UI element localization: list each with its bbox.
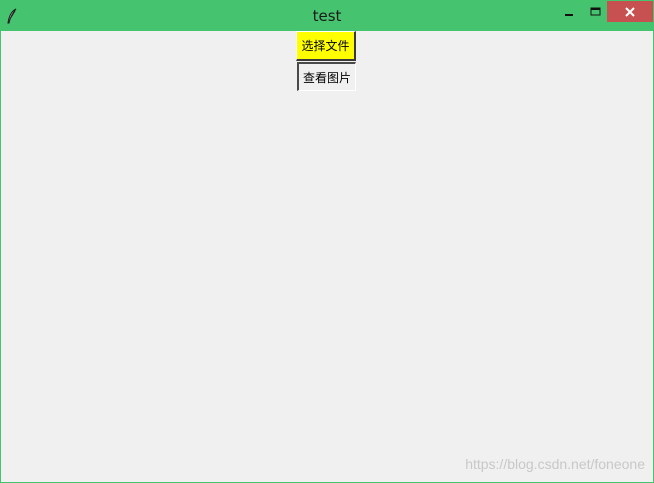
close-button[interactable] (607, 1, 653, 22)
app-window: test 选择文件 查看图片 https://blog.csdn.net/fon… (0, 0, 654, 483)
maximize-icon (590, 7, 601, 17)
minimize-icon (564, 7, 574, 17)
minimize-button[interactable] (556, 1, 582, 22)
view-image-button[interactable]: 查看图片 (297, 62, 356, 91)
select-file-button[interactable]: 选择文件 (296, 31, 356, 61)
title-bar[interactable]: test (1, 1, 653, 31)
watermark: https://blog.csdn.net/foneone (465, 456, 645, 472)
maximize-button[interactable] (582, 1, 608, 22)
feather-icon[interactable] (6, 8, 18, 24)
close-icon (624, 6, 636, 18)
client-area: 选择文件 查看图片 (1, 31, 653, 482)
